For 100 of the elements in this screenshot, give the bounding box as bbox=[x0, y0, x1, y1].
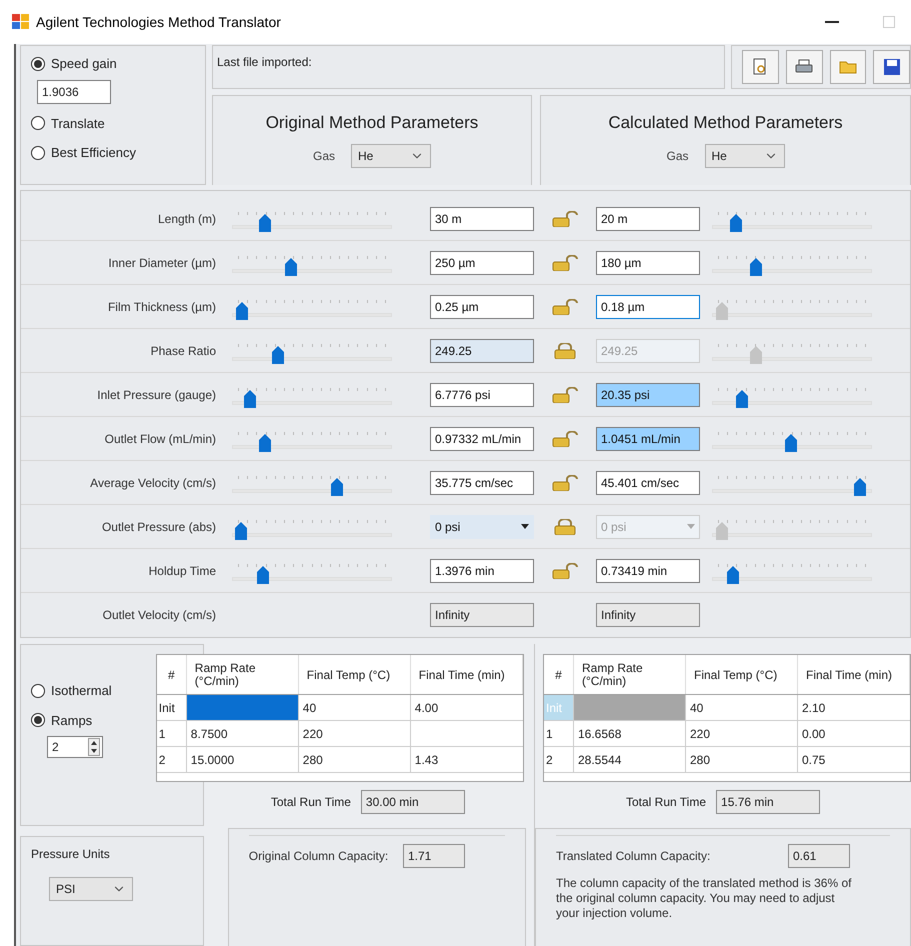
table-cell[interactable]: 280 bbox=[686, 747, 798, 772]
printer-icon[interactable] bbox=[786, 50, 822, 84]
parameter-label: Length (m) bbox=[156, 210, 217, 228]
radio-button[interactable] bbox=[31, 116, 45, 130]
speed-gain-field[interactable]: 1.9036 bbox=[37, 80, 111, 104]
open-lock-icon[interactable] bbox=[551, 298, 579, 314]
value-field[interactable]: 1.3976 min bbox=[430, 558, 534, 582]
radio-button[interactable] bbox=[31, 684, 45, 698]
caret-icon bbox=[521, 524, 529, 529]
value-field[interactable]: 0.25 µm bbox=[430, 294, 534, 318]
value-field[interactable]: 1.0451 mL/min bbox=[596, 426, 700, 450]
radio-button[interactable] bbox=[31, 713, 45, 728]
value-field[interactable]: 35.775 cm/sec bbox=[430, 470, 534, 494]
slider-thumb[interactable] bbox=[750, 258, 762, 276]
output-field: Infinity bbox=[596, 603, 700, 627]
slider-thumb[interactable] bbox=[236, 302, 248, 320]
radio-button[interactable] bbox=[31, 56, 45, 71]
spinner-arrows-icon[interactable] bbox=[88, 738, 100, 756]
print-preview-icon[interactable] bbox=[742, 50, 779, 84]
slider-thumb[interactable] bbox=[257, 566, 270, 584]
total-run-time-field: 30.00 min bbox=[360, 790, 465, 814]
table-cell[interactable]: 220 bbox=[686, 721, 798, 746]
open-lock-icon[interactable] bbox=[551, 210, 579, 226]
window-title: Agilent Technologies Method Translator bbox=[36, 12, 281, 32]
radio-option[interactable]: Ramps bbox=[31, 710, 92, 730]
caret-icon bbox=[687, 524, 695, 529]
panel-title: Original Method Parameters bbox=[266, 112, 478, 134]
value-field[interactable]: 0.73419 min bbox=[596, 558, 700, 582]
value-field[interactable]: 6.7776 psi bbox=[430, 382, 534, 406]
table-cell[interactable]: 0.75 bbox=[798, 747, 910, 772]
parameter-label: Outlet Flow (mL/min) bbox=[104, 430, 217, 448]
radio-button[interactable] bbox=[31, 146, 45, 160]
radio-option[interactable]: Speed gain bbox=[31, 54, 117, 74]
save-icon[interactable] bbox=[873, 50, 910, 84]
column-header: Final Temp (°C) bbox=[686, 655, 798, 694]
slider-thumb[interactable] bbox=[272, 346, 284, 364]
row-header[interactable]: 1 bbox=[156, 721, 187, 746]
slider-thumb[interactable] bbox=[854, 478, 866, 496]
total-run-time-field: 15.76 min bbox=[716, 790, 820, 814]
value-field[interactable]: 20 m bbox=[596, 206, 700, 230]
slider-thumb[interactable] bbox=[258, 434, 271, 452]
radio-option[interactable]: Isothermal bbox=[31, 681, 112, 700]
parameter-label: Holdup Time bbox=[148, 562, 217, 580]
slider-thumb[interactable] bbox=[285, 258, 298, 276]
value-field[interactable]: 250 µm bbox=[430, 250, 534, 274]
table-cell[interactable]: 0.00 bbox=[798, 721, 910, 746]
output-field: Infinity bbox=[430, 603, 534, 627]
open-lock-icon[interactable] bbox=[551, 254, 579, 270]
value-dropdown[interactable]: 0 psi bbox=[430, 514, 534, 538]
slider-thumb[interactable] bbox=[244, 390, 256, 408]
row-header[interactable]: 2 bbox=[544, 747, 574, 772]
table-cell[interactable]: 15.0000 bbox=[186, 747, 299, 772]
value-field[interactable]: 0.18 µm bbox=[596, 294, 700, 318]
parameter-label: Inner Diameter (µm) bbox=[107, 254, 217, 272]
gas-dropdown[interactable]: He bbox=[351, 144, 431, 168]
pressure-units-label: Pressure Units bbox=[31, 846, 111, 863]
value-field[interactable]: 30 m bbox=[430, 206, 534, 230]
slider-thumb[interactable] bbox=[331, 478, 344, 496]
parameter-label: Average Velocity (cm/s) bbox=[89, 474, 217, 492]
table-cell[interactable]: 28.5544 bbox=[574, 747, 686, 772]
parameter-label: Inlet Pressure (gauge) bbox=[96, 386, 217, 404]
value-field[interactable]: 0.97332 mL/min bbox=[430, 426, 534, 450]
table-cell[interactable]: 16.6568 bbox=[574, 721, 686, 746]
table-cell[interactable] bbox=[186, 695, 299, 720]
column-header: Final Time (min) bbox=[410, 655, 523, 694]
total-run-time-label: Total Run Time bbox=[626, 794, 706, 811]
capacity-field: 0.61 bbox=[788, 844, 850, 868]
column-header: # bbox=[544, 655, 574, 694]
slider-thumb[interactable] bbox=[736, 390, 748, 408]
table-cell[interactable]: 280 bbox=[298, 747, 411, 772]
row-header[interactable]: 2 bbox=[156, 747, 187, 772]
ramp-count-spinner[interactable]: 2 bbox=[47, 736, 103, 758]
folder-icon[interactable] bbox=[830, 50, 866, 84]
open-lock-icon[interactable] bbox=[551, 474, 579, 490]
open-lock-icon[interactable] bbox=[551, 386, 579, 402]
gas-dropdown[interactable]: He bbox=[704, 144, 784, 168]
value-field[interactable]: 180 µm bbox=[596, 250, 700, 274]
radio-option[interactable]: Best Efficiency bbox=[31, 143, 136, 162]
gas-label: Gas bbox=[312, 148, 335, 164]
value-field[interactable]: 20.35 psi bbox=[596, 382, 700, 406]
slider-thumb[interactable] bbox=[258, 214, 271, 232]
open-lock-icon[interactable] bbox=[551, 562, 579, 578]
table-cell[interactable]: 40 bbox=[298, 695, 411, 720]
value-field[interactable]: 249.25 bbox=[430, 338, 534, 362]
slider-thumb[interactable] bbox=[234, 522, 247, 540]
radio-option[interactable]: Translate bbox=[31, 114, 105, 133]
panel-title: Calculated Method Parameters bbox=[608, 112, 843, 134]
table-cell[interactable]: 8.7500 bbox=[186, 721, 299, 746]
table-cell[interactable]: 4.00 bbox=[410, 695, 523, 720]
open-lock-icon[interactable] bbox=[551, 430, 579, 446]
slider-thumb[interactable] bbox=[726, 566, 739, 584]
last-file-label: Last file imported: bbox=[217, 55, 312, 69]
value-field[interactable]: 45.401 cm/sec bbox=[596, 470, 700, 494]
slider-thumb[interactable] bbox=[784, 434, 797, 452]
table-cell[interactable]: 220 bbox=[298, 721, 411, 746]
gas-dropdown[interactable]: PSI bbox=[49, 877, 133, 901]
row-header[interactable]: 1 bbox=[544, 721, 574, 746]
table-cell[interactable]: 1.43 bbox=[410, 747, 523, 772]
capacity-label: Original Column Capacity: bbox=[248, 848, 388, 865]
slider-thumb[interactable] bbox=[730, 214, 742, 232]
